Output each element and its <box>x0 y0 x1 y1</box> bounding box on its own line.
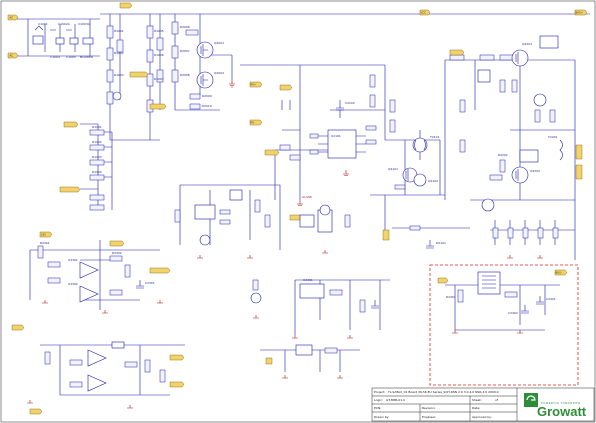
tag-bus-plus: BUS+ <box>576 11 584 15</box>
svg-text:R1007: R1007 <box>154 77 164 81</box>
ref-q2202: Q2202 <box>530 169 540 173</box>
ic-aux <box>477 271 501 295</box>
net-tag-left-1 <box>63 121 79 128</box>
tb-date-label: Date: <box>472 406 480 410</box>
svg-text:R1001: R1001 <box>114 29 124 33</box>
svg-text:R1102: R1102 <box>92 140 102 144</box>
logo-subtitle: POWERING TOMORROW <box>541 401 581 405</box>
ref-c2401: C2401 <box>546 297 556 301</box>
svg-text:AC: AC <box>10 16 14 20</box>
net-tag-right-1 <box>575 144 583 160</box>
net-tag-opamp2-1 <box>169 354 185 361</box>
ref-r2401: R2401 <box>446 295 456 299</box>
mosfet-q2201 <box>511 49 529 67</box>
net-tag-left-2 <box>59 186 81 193</box>
ref-r2301: R2301 <box>40 241 50 245</box>
net-tag-reg <box>265 357 273 365</box>
net-tag-opamp2-in <box>29 408 43 415</box>
ic-u2401 <box>299 283 325 299</box>
tb-project-value: TL-S/MAX_01 Board 3K-5K EU Series_SCH.DS… <box>387 390 499 394</box>
net-tag-aux <box>437 277 449 284</box>
svg-text:C1001: C1001 <box>38 22 48 26</box>
net-tag-bottom-left <box>11 324 25 331</box>
ref-u2302: U2302 <box>68 282 78 286</box>
svg-text:R1002: R1002 <box>114 51 124 55</box>
gnd-label-mid: AC-GND <box>302 196 312 199</box>
ref-d2101: D2101 <box>436 241 446 245</box>
svg-text:R1003: R1003 <box>114 73 124 77</box>
net-tag-right-top <box>449 49 465 56</box>
svg-text:R1006: R1006 <box>154 53 164 57</box>
ref-c2301: C2301 <box>145 281 155 285</box>
ref-r2008: R2008 <box>180 73 190 77</box>
tag-bus-minus: BUS- <box>556 271 562 275</box>
net-tag-ctrl-2 <box>264 149 280 156</box>
net-tag-opamp2-2 <box>169 381 185 388</box>
ref-c2102: C2102 <box>345 101 355 105</box>
tb-logic-value: GT-MPR-01.0 <box>386 398 405 402</box>
tb-logic-label: Logic: <box>374 398 383 402</box>
ref-q2101: Q2101 <box>388 167 398 171</box>
ref-u2301: U2301 <box>68 258 78 262</box>
ref-r2202: R2202 <box>498 153 508 157</box>
mosfet-q2102 <box>413 173 427 187</box>
ref-u2101: U2101 <box>331 134 341 138</box>
svg-text:R1104: R1104 <box>92 170 102 174</box>
svg-text:AC: AC <box>10 54 14 58</box>
tb-approved-label: Approved by: <box>472 415 492 419</box>
logo-text: Growatt <box>537 404 587 419</box>
ref-c2402: C2402 <box>508 311 518 315</box>
net-tag-opamp1-top <box>109 240 125 247</box>
svg-text:C1004: C1004 <box>50 55 60 59</box>
tb-ecn-label: ECN: <box>374 406 381 410</box>
svg-text:C1003A: C1003A <box>78 22 91 26</box>
ref-t2101: T2101 <box>429 135 440 139</box>
tag-pv-minus: PV- <box>251 121 255 125</box>
svg-text:C1005: C1005 <box>66 55 76 59</box>
net-tag-right-2 <box>575 164 583 180</box>
ref-q2102: Q2102 <box>428 179 438 183</box>
svg-text:R1103: R1103 <box>92 155 102 159</box>
ref-q2201: Q2201 <box>522 42 532 46</box>
ref-r2006: R2006 <box>180 25 190 29</box>
ref-r2302: R2302 <box>112 251 122 255</box>
net-tag-vertical <box>382 229 390 241</box>
svg-text:C1002A: C1002A <box>58 22 71 26</box>
ref-q2002: Q2002 <box>214 71 224 75</box>
tag-pv-plus: PV+ <box>251 83 257 87</box>
tb-project-label: Project: <box>374 390 385 394</box>
tb-drawn-label: Drawn by: <box>374 415 389 419</box>
net-tag-mid-left <box>129 71 149 78</box>
svg-text:BLOWER: BLOWER <box>80 55 93 59</box>
ref-q2001: Q2001 <box>214 41 224 45</box>
tag-vcc: VCC <box>421 11 427 15</box>
ref-r2007: R2007 <box>180 49 190 53</box>
ref-u2401: U2401 <box>303 278 313 282</box>
net-tag-top <box>119 2 133 9</box>
tb-engineer-label: Engineer: <box>422 415 436 419</box>
svg-text:R1101: R1101 <box>92 125 102 129</box>
transformer-t2101 <box>412 137 428 153</box>
title-block: Project: TL-S/MAX_01 Board 3K-5K EU Seri… <box>371 387 595 422</box>
schematic-sheet: C1001 C1002A C1003A C1004 C1005 BLOWER A… <box>0 0 596 423</box>
tag-15v: 15V <box>41 233 46 237</box>
ref-t2201: T2201 <box>547 135 558 139</box>
mosfet-q2202 <box>511 166 529 184</box>
net-tag-ctrl-1 <box>279 84 293 91</box>
ref-r2009: R2009 <box>202 94 212 98</box>
svg-text:R1005: R1005 <box>154 29 164 33</box>
ref-r2010: R2010 <box>202 104 212 108</box>
net-tag-mid-left-2 <box>149 103 167 110</box>
tb-revision-label: Revision: <box>422 406 436 410</box>
tb-sheet-label: Sheet: <box>472 398 482 402</box>
net-tag-opamp1-out <box>149 267 171 274</box>
